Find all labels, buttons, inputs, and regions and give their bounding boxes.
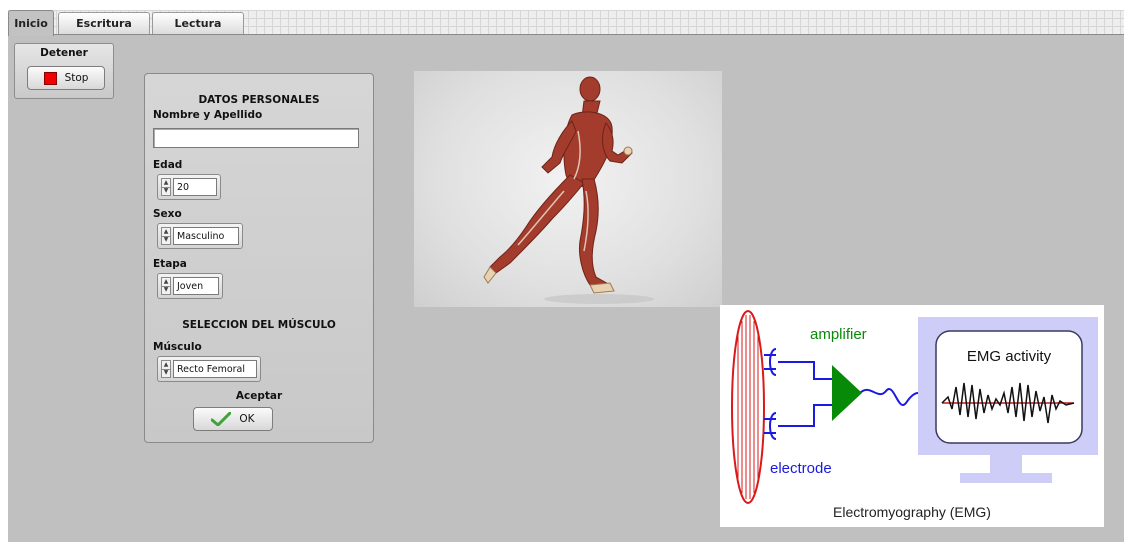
- muscle-label: Músculo: [153, 341, 202, 353]
- down-arrow-icon[interactable]: ▼: [162, 287, 170, 295]
- emg-diagram-graphic: amplifier electrode EMG activity Electro…: [731, 310, 1098, 520]
- muscle-ring[interactable]: ▲ ▼ Recto Femoral: [157, 356, 261, 382]
- stage-spin-arrows[interactable]: ▲ ▼: [161, 277, 171, 295]
- stop-button-label: Stop: [64, 72, 89, 84]
- up-arrow-icon[interactable]: ▲: [162, 179, 170, 188]
- stage-ring[interactable]: ▲ ▼ Joven: [157, 273, 223, 299]
- ok-button[interactable]: OK: [193, 407, 273, 431]
- section-title-muscle: SELECCION DEL MÚSCULO: [182, 319, 336, 331]
- tab-label: Escritura: [76, 17, 132, 30]
- tab-label: Lectura: [174, 17, 222, 30]
- emg-diagram: amplifier electrode EMG activity Electro…: [720, 305, 1104, 527]
- running-muscle-figure: [483, 76, 654, 304]
- stop-control-box: Detener Stop: [14, 43, 114, 99]
- front-panel: Detener Stop DATOS PERSONALES Nombre y A…: [8, 34, 1124, 542]
- down-arrow-icon[interactable]: ▼: [162, 237, 170, 245]
- accept-label: Aceptar: [235, 390, 283, 402]
- muscle-value[interactable]: Recto Femoral: [173, 360, 257, 378]
- muscle-spin-arrows[interactable]: ▲ ▼: [161, 360, 171, 378]
- age-value[interactable]: 20: [173, 178, 217, 196]
- up-arrow-icon[interactable]: ▲: [162, 278, 170, 287]
- emg-activity-label: EMG activity: [967, 348, 1052, 365]
- down-arrow-icon[interactable]: ▼: [162, 188, 170, 196]
- down-arrow-icon[interactable]: ▼: [162, 370, 170, 378]
- up-arrow-icon[interactable]: ▲: [162, 228, 170, 237]
- emg-caption: Electromyography (EMG): [833, 504, 991, 520]
- tab-inicio[interactable]: Inicio: [8, 10, 54, 36]
- name-input[interactable]: [153, 128, 359, 148]
- tab-strip: Inicio Escritura Lectura: [8, 10, 1124, 36]
- age-stepper[interactable]: ▲ ▼ 20: [157, 174, 221, 200]
- up-arrow-icon[interactable]: ▲: [162, 361, 170, 370]
- age-spin-arrows[interactable]: ▲ ▼: [161, 178, 171, 196]
- name-label: Nombre y Apellido: [153, 109, 263, 121]
- sex-ring[interactable]: ▲ ▼ Masculino: [157, 223, 243, 249]
- sex-spin-arrows[interactable]: ▲ ▼: [161, 227, 171, 245]
- runner-anatomy-image: [414, 71, 722, 307]
- stop-button[interactable]: Stop: [27, 66, 105, 90]
- age-label: Edad: [153, 159, 183, 171]
- ok-button-label: OK: [239, 413, 255, 425]
- checkmark-icon: [211, 412, 232, 426]
- stage-value[interactable]: Joven: [173, 277, 219, 295]
- tab-label: Inicio: [14, 17, 48, 30]
- amplifier-label: amplifier: [810, 326, 867, 343]
- sex-value[interactable]: Masculino: [173, 227, 239, 245]
- tab-lectura[interactable]: Lectura: [152, 12, 244, 34]
- stop-icon: [43, 71, 57, 85]
- stage-label: Etapa: [153, 258, 187, 270]
- sex-label: Sexo: [153, 208, 182, 220]
- electrode-label: electrode: [770, 460, 832, 477]
- stop-title: Detener: [40, 47, 88, 59]
- tab-escritura[interactable]: Escritura: [58, 12, 150, 34]
- section-title-personal: DATOS PERSONALES: [198, 94, 320, 106]
- personal-data-panel: DATOS PERSONALES Nombre y Apellido Edad …: [144, 73, 374, 443]
